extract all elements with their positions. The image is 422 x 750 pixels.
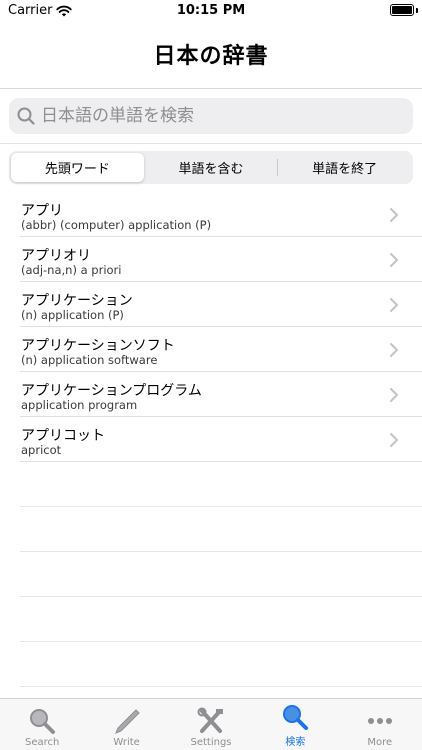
status-bar: Carrier 10:15 PM	[0, 0, 422, 22]
tab-settings[interactable]: Settings	[169, 699, 253, 750]
list-item[interactable]: アプリケーションソフト (n) application software	[20, 327, 422, 372]
list-item[interactable]: アプリケーションプログラム application program	[20, 372, 422, 417]
empty-row	[20, 462, 422, 507]
tab-more[interactable]: More	[338, 699, 422, 750]
entry-definition: apricot	[21, 443, 62, 457]
list-item[interactable]: アプリコット apricot	[20, 417, 422, 462]
entry-definition: (adj-na,n) a priori	[21, 263, 122, 277]
entry-definition: (n) application software	[21, 353, 158, 367]
tab-label: More	[367, 737, 393, 748]
chevron-right-icon	[390, 388, 398, 402]
tab-write[interactable]: Write	[84, 699, 168, 750]
nav-divider	[0, 88, 422, 89]
empty-row	[20, 552, 422, 597]
entry-definition: application program	[21, 398, 138, 412]
tab-bar: Search Write Settings 検索 More	[0, 698, 422, 750]
entry-title: アプリオリ	[21, 248, 91, 264]
empty-row	[20, 642, 422, 687]
entry-title: アプリケーションプログラム	[21, 383, 202, 399]
tab-label: Search	[25, 737, 60, 748]
segment-suffix[interactable]: 単語を終了	[278, 153, 411, 182]
segment-contains[interactable]: 単語を含む	[145, 153, 278, 182]
entry-title: アプリ	[21, 203, 63, 219]
tab-label: 検索	[285, 737, 306, 748]
magnifier-icon	[30, 709, 56, 734]
chevron-right-icon	[390, 433, 398, 447]
magnifier-icon	[283, 705, 309, 730]
battery-icon	[390, 4, 414, 16]
list-item[interactable]: アプリ (abbr) (computer) application (P)	[20, 192, 422, 237]
list-item[interactable]: アプリオリ (adj-na,n) a priori	[20, 237, 422, 282]
chevron-right-icon	[390, 343, 398, 357]
tab-label: Write	[113, 737, 140, 748]
more-dots-icon	[367, 718, 392, 724]
chevron-right-icon	[390, 298, 398, 312]
chevron-right-icon	[390, 253, 398, 267]
empty-row	[20, 507, 422, 552]
search-icon	[17, 107, 35, 125]
results-list: アプリ (abbr) (computer) application (P) アプ…	[0, 192, 422, 687]
tools-icon	[197, 707, 224, 733]
entry-definition: (n) application (P)	[21, 308, 124, 322]
search-mode-segmented-control: 先頭ワード 単語を含む 単語を終了	[9, 151, 413, 184]
status-time: 10:15 PM	[176, 3, 246, 18]
search-input[interactable]	[41, 106, 401, 126]
battery-tip	[416, 8, 418, 13]
tab-label: Settings	[190, 737, 232, 748]
segment-prefix[interactable]: 先頭ワード	[11, 153, 144, 182]
empty-row	[20, 597, 422, 642]
pencil-icon	[114, 709, 140, 734]
search-bar[interactable]	[9, 98, 413, 134]
entry-definition: (abbr) (computer) application (P)	[21, 218, 212, 232]
tab-search-jp[interactable]: 検索	[253, 699, 337, 750]
entry-title: アプリケーションソフト	[21, 338, 175, 354]
chevron-right-icon	[390, 208, 398, 222]
list-item[interactable]: アプリケーション (n) application (P)	[20, 282, 422, 327]
tab-search[interactable]: Search	[0, 699, 84, 750]
section-divider	[0, 143, 422, 144]
entry-title: アプリコット	[21, 428, 105, 444]
entry-title: アプリケーション	[21, 293, 133, 309]
page-title: 日本の辞書	[153, 44, 269, 69]
